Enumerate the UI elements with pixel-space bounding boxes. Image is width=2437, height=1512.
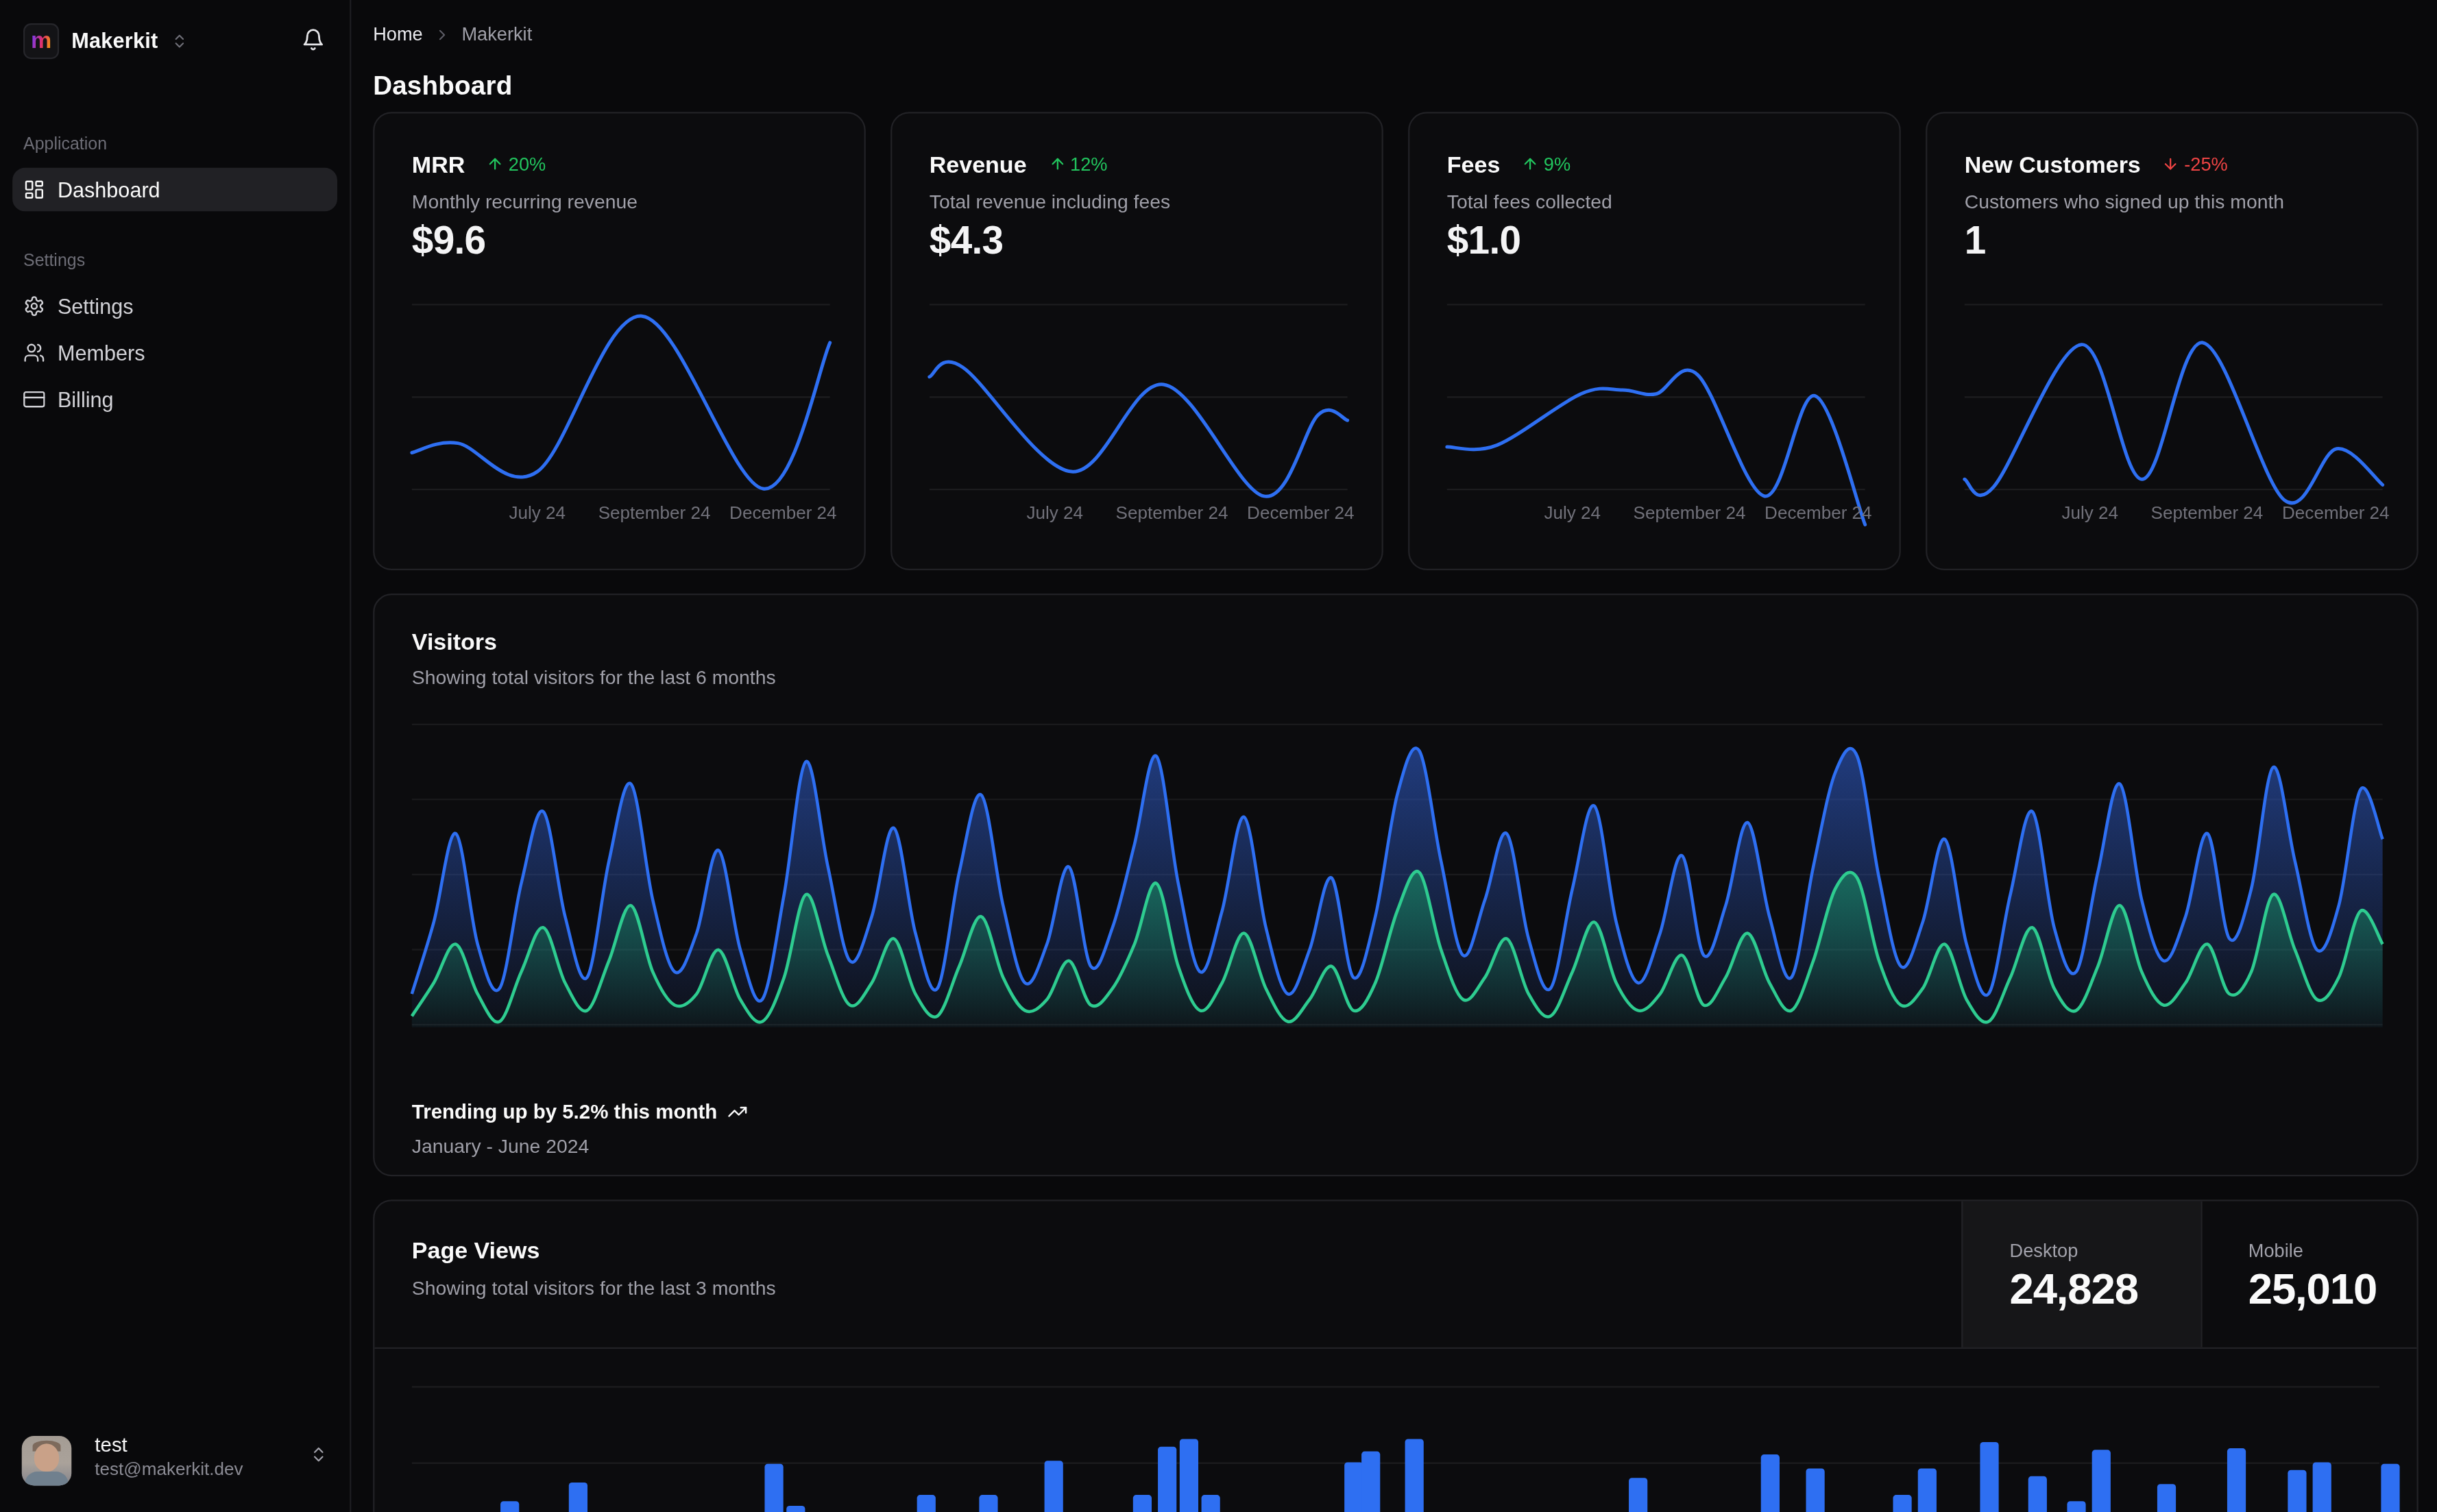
- page-views-card: Page Views Showing total visitors for th…: [373, 1199, 2418, 1512]
- members-icon: [23, 342, 45, 364]
- bar: [2288, 1470, 2306, 1512]
- user-avatar: [22, 1436, 72, 1486]
- bar: [2313, 1462, 2331, 1512]
- page-views-stat-label: Desktop: [2010, 1240, 2078, 1262]
- app-root: m Makerkit ApplicationDashboardSettingsS…: [0, 0, 2437, 1512]
- breadcrumb-home[interactable]: Home: [373, 23, 423, 45]
- page-views-stat-value: 24,828: [2010, 1265, 2138, 1315]
- sidebar-group: Settings Settings Members Billing: [12, 250, 337, 421]
- sidebar-item-label: Dashboard: [58, 178, 160, 202]
- makerkit-logo: m: [23, 23, 59, 58]
- bar: [2092, 1450, 2111, 1512]
- bar: [2381, 1464, 2399, 1512]
- bar: [2028, 1476, 2047, 1512]
- bar: [1629, 1478, 1647, 1512]
- bar: [1761, 1454, 1780, 1512]
- page-views-stat-mobile[interactable]: Mobile 25,010: [2200, 1202, 2420, 1348]
- bar: [1133, 1495, 1152, 1512]
- bar: [500, 1501, 519, 1512]
- chevrons-up-down-icon: [170, 32, 187, 49]
- x-axis-label: December 24: [729, 504, 837, 522]
- settings-icon: [23, 295, 45, 317]
- x-axis-label: September 24: [1634, 504, 1746, 522]
- billing-icon: [23, 389, 45, 411]
- page-views-stat-value: 25,010: [2248, 1265, 2377, 1315]
- user-email: test@makerkit.dev: [95, 1459, 243, 1478]
- x-axis-label: December 24: [1247, 504, 1355, 522]
- visitors-trend-text: Trending up by 5.2% this month: [412, 1100, 717, 1123]
- sidebar-item-label: Members: [58, 341, 145, 365]
- page-views-subtitle: Showing total visitors for the last 3 mo…: [412, 1278, 776, 1300]
- x-axis-label: September 24: [1116, 504, 1228, 522]
- page-views-header: Page Views Showing total visitors for th…: [374, 1202, 2416, 1349]
- x-axis-label: December 24: [2282, 504, 2390, 522]
- bell-icon[interactable]: [302, 28, 325, 51]
- dashboard-icon: [23, 179, 45, 201]
- breadcrumb: Home Makerkit: [373, 23, 532, 45]
- bar: [1806, 1469, 1825, 1512]
- trending-up-icon: [728, 1101, 748, 1121]
- bar: [1045, 1461, 1063, 1512]
- sidebar-item-settings[interactable]: Settings: [12, 284, 337, 328]
- bar: [1980, 1442, 1998, 1512]
- x-axis-label: July 24: [2061, 504, 2118, 522]
- visitors-range: January - June 2024: [412, 1136, 589, 1158]
- sidebar-item-dashboard[interactable]: Dashboard: [12, 168, 337, 211]
- workspace-switcher[interactable]: m Makerkit: [23, 19, 187, 62]
- sidebar-group-label: Settings: [12, 250, 337, 269]
- bar: [1893, 1495, 1911, 1512]
- workspace-name: Makerkit: [71, 29, 158, 52]
- stat-card-fees: Fees 9% Total fees collected $1.0July 24…: [1408, 112, 1901, 570]
- gridline: [412, 1462, 2379, 1463]
- bar: [917, 1495, 936, 1512]
- bar: [1918, 1469, 1937, 1512]
- sidebar-item-label: Billing: [58, 388, 114, 411]
- visitors-card: Visitors Showing total visitors for the …: [373, 594, 2418, 1176]
- bar: [1202, 1495, 1220, 1512]
- stat-card-mrr: MRR 20% Monthly recurring revenue $9.6Ju…: [373, 112, 866, 570]
- user-name: test: [95, 1432, 128, 1456]
- stat-card-revenue: Revenue 12% Total revenue including fees…: [890, 112, 1383, 570]
- x-axis-label: December 24: [1765, 504, 1872, 522]
- bar: [979, 1495, 997, 1512]
- bar: [569, 1483, 587, 1512]
- makerkit-logo-letter: m: [31, 27, 51, 51]
- sidebar-item-label: Settings: [58, 295, 134, 318]
- x-axis-label: July 24: [1026, 504, 1083, 522]
- x-axis-label: September 24: [598, 504, 711, 522]
- page-views-stat-label: Mobile: [2248, 1240, 2303, 1262]
- chevrons-up-down-icon: [309, 1446, 328, 1464]
- bar: [1361, 1452, 1380, 1512]
- bar: [1405, 1439, 1424, 1512]
- sidebar-nav: Application Dashboard Settings Settings Memb…: [12, 134, 337, 424]
- page-views-bar-chart: [376, 1349, 2416, 1512]
- user-menu[interactable]: test test@makerkit.dev: [22, 1424, 328, 1498]
- bar: [764, 1464, 783, 1512]
- bar: [786, 1506, 805, 1512]
- gridline: [412, 1386, 2379, 1387]
- page-title: Dashboard: [373, 72, 512, 103]
- bar: [1180, 1439, 1198, 1512]
- chevron-right-icon: [434, 25, 451, 42]
- bar: [1158, 1447, 1176, 1512]
- bar: [2067, 1501, 2085, 1512]
- x-axis-label: September 24: [2151, 504, 2264, 522]
- sidebar-item-billing[interactable]: Billing: [12, 378, 337, 421]
- breadcrumb-current: Makerkit: [461, 23, 532, 45]
- bar: [1344, 1462, 1363, 1512]
- sidebar-group-label: Application: [12, 134, 337, 152]
- sidebar: m Makerkit ApplicationDashboardSettingsS…: [0, 0, 351, 1512]
- visitors-trend: Trending up by 5.2% this month: [412, 1100, 749, 1123]
- page-views-title: Page Views: [412, 1237, 540, 1264]
- x-axis-label: July 24: [509, 504, 566, 522]
- bar: [2157, 1484, 2176, 1512]
- stat-card-new_customers: New Customers -25% Customers who signed …: [1926, 112, 2418, 570]
- page-views-stat-desktop[interactable]: Desktop 24,828: [1961, 1202, 2200, 1348]
- bar: [2227, 1448, 2246, 1512]
- x-axis-label: July 24: [1544, 504, 1601, 522]
- sidebar-group: Application Dashboard: [12, 134, 337, 211]
- sidebar-item-members[interactable]: Members: [12, 331, 337, 374]
- visitors-area-chart: [374, 595, 2420, 1178]
